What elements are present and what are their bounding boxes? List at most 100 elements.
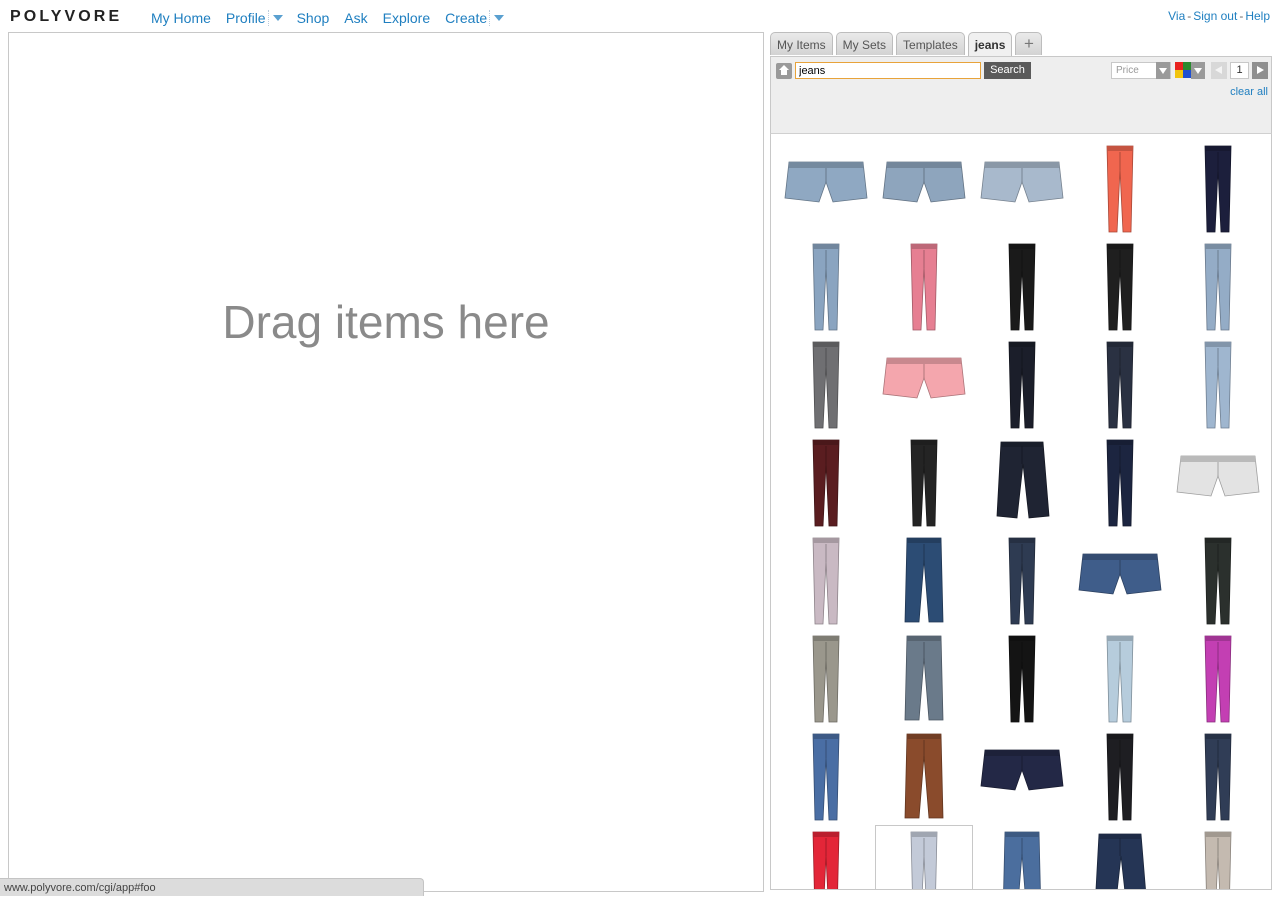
jeans-image <box>812 537 840 625</box>
product-thumbnail[interactable] <box>1169 237 1267 335</box>
nav-shop[interactable]: Shop <box>297 10 330 26</box>
jeans-image <box>1106 635 1134 723</box>
jeans-image <box>812 439 840 527</box>
tab-templates[interactable]: Templates <box>896 32 965 55</box>
product-thumbnail[interactable] <box>973 531 1071 629</box>
color-filter[interactable] <box>1175 62 1207 79</box>
jeans-image <box>1008 537 1036 625</box>
nav-explore[interactable]: Explore <box>383 10 430 26</box>
shorts-image <box>980 749 1064 791</box>
profile-dropdown-icon[interactable] <box>267 10 285 26</box>
product-thumbnail[interactable] <box>875 629 973 727</box>
product-thumbnail[interactable] <box>1071 139 1169 237</box>
product-thumbnail[interactable] <box>1071 531 1169 629</box>
search-button[interactable]: Search <box>984 62 1031 79</box>
color-swatch-icon <box>1183 70 1191 78</box>
jeans-image <box>1204 243 1232 331</box>
product-thumbnail[interactable] <box>973 139 1071 237</box>
product-thumbnail[interactable] <box>1169 825 1267 889</box>
color-swatch-icon <box>1183 62 1191 70</box>
product-thumbnail[interactable] <box>777 139 875 237</box>
next-page-icon[interactable] <box>1252 62 1268 79</box>
jeans-image <box>996 441 1050 519</box>
item-browser-panel: My Items My Sets Templates jeans + Searc… <box>770 32 1272 890</box>
tab-my-items[interactable]: My Items <box>770 32 833 55</box>
product-thumbnail[interactable] <box>973 727 1071 825</box>
product-thumbnail[interactable] <box>1169 433 1267 531</box>
top-navigation: POLYVORE My Home Profile Shop Ask Explor… <box>0 0 1280 32</box>
product-thumbnail[interactable] <box>1169 629 1267 727</box>
product-thumbnail[interactable] <box>973 629 1071 727</box>
product-thumbnail[interactable] <box>875 237 973 335</box>
clear-all-link[interactable]: clear all <box>1230 86 1268 98</box>
tab-jeans[interactable]: jeans <box>967 32 1013 57</box>
jeans-image <box>910 439 938 527</box>
polyvore-logo[interactable]: POLYVORE <box>10 8 122 26</box>
panel-tabs: My Items My Sets Templates jeans + <box>770 32 1045 57</box>
jeans-image <box>812 341 840 429</box>
price-filter-select[interactable]: Price <box>1111 62 1171 79</box>
jeans-image <box>904 537 944 623</box>
product-thumbnail[interactable] <box>875 825 973 889</box>
jeans-image <box>812 831 840 889</box>
shorts-image <box>882 161 966 203</box>
via-link[interactable]: Via <box>1168 9 1185 23</box>
jeans-image <box>1204 145 1232 233</box>
nav-my-home[interactable]: My Home <box>151 10 211 26</box>
page-number-field[interactable]: 1 <box>1230 62 1249 79</box>
product-thumbnail[interactable] <box>973 237 1071 335</box>
home-icon[interactable] <box>776 63 792 79</box>
nav-create[interactable]: Create <box>445 10 487 26</box>
product-thumbnail[interactable] <box>875 433 973 531</box>
product-thumbnail[interactable] <box>777 531 875 629</box>
product-thumbnail[interactable] <box>777 237 875 335</box>
jeans-image <box>812 243 840 331</box>
jeans-image <box>910 243 938 331</box>
product-thumbnail[interactable] <box>777 727 875 825</box>
jeans-image <box>904 635 944 721</box>
price-dropdown-icon[interactable] <box>1156 62 1170 79</box>
product-thumbnail[interactable] <box>1169 335 1267 433</box>
product-thumbnail[interactable] <box>973 433 1071 531</box>
product-thumbnail[interactable] <box>973 335 1071 433</box>
product-thumbnail[interactable] <box>1169 139 1267 237</box>
product-thumbnail[interactable] <box>1071 433 1169 531</box>
set-canvas[interactable]: Drag items here <box>8 32 764 892</box>
nav-profile[interactable]: Profile <box>226 10 266 26</box>
product-thumbnail[interactable] <box>777 433 875 531</box>
jeans-image <box>1106 243 1134 331</box>
product-thumbnail[interactable] <box>777 825 875 889</box>
tab-my-sets[interactable]: My Sets <box>835 32 894 55</box>
jeans-image <box>1008 341 1036 429</box>
product-thumbnail[interactable] <box>1169 727 1267 825</box>
create-dropdown-icon[interactable] <box>489 10 506 26</box>
product-thumbnail[interactable] <box>875 335 973 433</box>
product-thumbnail[interactable] <box>1071 629 1169 727</box>
help-link[interactable]: Help <box>1245 9 1270 23</box>
search-input[interactable] <box>795 62 981 79</box>
jeans-image <box>1106 439 1134 527</box>
jeans-image <box>1204 733 1232 821</box>
product-thumbnail[interactable] <box>1071 727 1169 825</box>
product-thumbnail[interactable] <box>1071 237 1169 335</box>
shorts-image <box>1078 553 1162 595</box>
nav-ask[interactable]: Ask <box>344 10 367 26</box>
product-thumbnail[interactable] <box>973 825 1071 889</box>
product-thumbnail[interactable] <box>1071 335 1169 433</box>
product-thumbnail[interactable] <box>875 727 973 825</box>
jeans-image <box>1095 833 1146 889</box>
product-thumbnail[interactable] <box>875 139 973 237</box>
color-dropdown-icon[interactable] <box>1191 62 1205 79</box>
jeans-image <box>910 831 938 889</box>
product-thumbnail[interactable] <box>777 335 875 433</box>
add-tab-button[interactable]: + <box>1015 32 1043 55</box>
prev-page-icon[interactable] <box>1211 62 1227 79</box>
product-thumbnail[interactable] <box>1071 825 1169 889</box>
sign-out-link[interactable]: Sign out <box>1193 9 1237 23</box>
main-nav: My Home Profile Shop Ask Explore Create <box>151 9 518 27</box>
product-thumbnail[interactable] <box>777 629 875 727</box>
product-thumbnail[interactable] <box>1169 531 1267 629</box>
account-links: Via - Sign out - Help <box>1168 9 1270 23</box>
product-thumbnail[interactable] <box>875 531 973 629</box>
shorts-image <box>784 161 868 203</box>
